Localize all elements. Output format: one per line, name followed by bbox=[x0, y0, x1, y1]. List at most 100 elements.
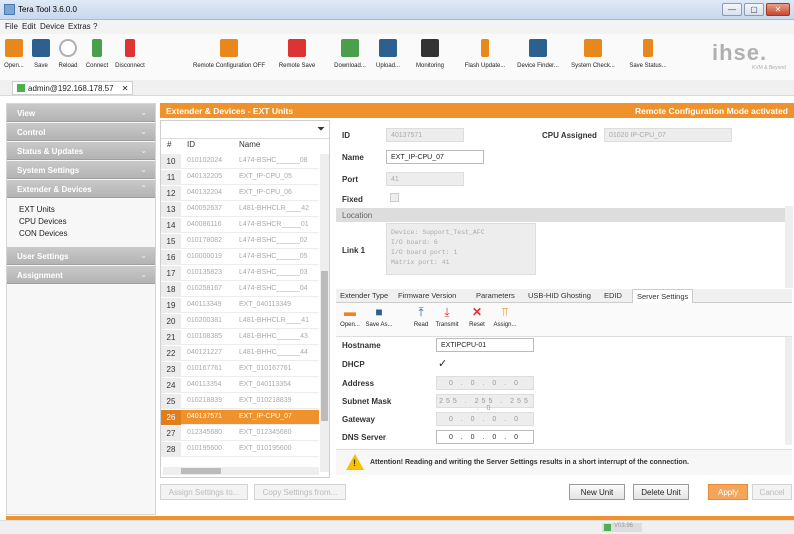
connection-tab[interactable]: admin@192.168.178.57 ✕ bbox=[12, 81, 134, 95]
open-button[interactable]: Open... bbox=[2, 37, 26, 81]
table-row[interactable]: 23 010167761 EXT_010167761 bbox=[161, 362, 319, 377]
table-row[interactable]: 16 010000019 L474-BSHC______05 bbox=[161, 250, 319, 265]
connect-button[interactable]: Connect bbox=[84, 37, 110, 81]
row-id: 010258167 bbox=[187, 285, 223, 292]
hostname-field[interactable]: EXTIPCPU-01 bbox=[436, 338, 534, 352]
detail-scrollbar[interactable] bbox=[785, 206, 793, 288]
row-number: 24 bbox=[161, 378, 181, 393]
name-field[interactable]: EXT_IP-CPU_07 bbox=[386, 150, 484, 164]
copy-settings-button[interactable]: Copy Settings from... bbox=[254, 484, 346, 500]
column-header-id[interactable]: ID bbox=[187, 140, 195, 149]
menu-edit[interactable]: Edit bbox=[22, 22, 36, 31]
table-row[interactable]: 25 010218839 EXT_010218839 bbox=[161, 394, 319, 409]
server-settings-scrollbar[interactable] bbox=[785, 337, 792, 445]
nav-view[interactable]: View ⌄ bbox=[7, 104, 155, 122]
assign-settings-button[interactable]: Assign Settings to... bbox=[160, 484, 248, 500]
table-row[interactable]: 11 040132205 EXT_IP-CPU_05 bbox=[161, 170, 319, 185]
flash-update-button[interactable]: Flash Update... bbox=[460, 37, 510, 81]
tab-edid[interactable]: EDID bbox=[604, 291, 622, 300]
save-status-button[interactable]: Save Status... bbox=[624, 37, 672, 81]
table-row[interactable]: 15 010178082 L474-BSHC______02 bbox=[161, 234, 319, 249]
close-connection-icon[interactable]: ✕ bbox=[122, 84, 129, 93]
table-vertical-scroll-thumb[interactable] bbox=[321, 271, 328, 421]
minimize-button[interactable]: — bbox=[722, 3, 742, 16]
tab-extender-type[interactable]: Extender Type bbox=[340, 291, 388, 300]
tab-firmware-version[interactable]: Firmware Version bbox=[398, 291, 456, 300]
new-unit-button[interactable]: New Unit bbox=[569, 484, 625, 500]
nav-extender-devices[interactable]: Extender & Devices ⌃ bbox=[7, 180, 155, 198]
device-finder-button[interactable]: Device Finder... bbox=[512, 37, 564, 81]
address-field[interactable]: 0 . 0 . 0 . 0 bbox=[436, 376, 534, 390]
download-button[interactable]: Download... bbox=[330, 37, 370, 81]
sidebar-item-con-devices[interactable]: CON Devices bbox=[19, 229, 67, 238]
menu-help[interactable]: ? bbox=[93, 22, 97, 31]
table-row[interactable]: 24 040113354 EXT_040113354 bbox=[161, 378, 319, 393]
disconnect-button[interactable]: Disconnect bbox=[112, 37, 148, 81]
remote-save-icon bbox=[288, 39, 306, 57]
save-as-button[interactable]: ■ Save As... bbox=[364, 305, 394, 328]
nav-assignment[interactable]: Assignment ⌄ bbox=[7, 266, 155, 284]
table-row[interactable]: 19 040113349 EXT_040113349 bbox=[161, 298, 319, 313]
table-row[interactable]: 20 010200381 L481-BHHCLR____41 bbox=[161, 314, 319, 329]
maximize-button[interactable]: ▢ bbox=[744, 3, 764, 16]
table-row[interactable]: 17 010135823 L474-BSHC______03 bbox=[161, 266, 319, 281]
menu-file[interactable]: File bbox=[5, 22, 18, 31]
close-button[interactable]: ✕ bbox=[766, 3, 790, 16]
tab-usb-hid-ghosting[interactable]: USB-HID Ghosting bbox=[528, 291, 591, 300]
nav-user-settings[interactable]: User Settings ⌄ bbox=[7, 247, 155, 265]
table-row[interactable]: 27 012345680 EXT_012345680 bbox=[161, 426, 319, 441]
read-button[interactable]: ⤒ Read bbox=[410, 305, 432, 328]
monitoring-button[interactable]: Monitoring bbox=[410, 37, 450, 81]
nav-status-updates[interactable]: Status & Updates ⌄ bbox=[7, 142, 155, 160]
row-id: 010102024 bbox=[187, 157, 223, 164]
tab-parameters[interactable]: Parameters bbox=[476, 291, 515, 300]
row-id: 010000019 bbox=[187, 253, 223, 260]
tab-server-settings[interactable]: Server Settings bbox=[632, 289, 694, 303]
delete-unit-button[interactable]: Delete Unit bbox=[633, 484, 689, 500]
table-row[interactable]: 28 010195600 EXT_010195600 bbox=[161, 442, 319, 457]
table-row[interactable]: 10 010102024 L474-BSHC______08 bbox=[161, 154, 319, 169]
table-row[interactable]: 21 010108385 L481-BHHC______43 bbox=[161, 330, 319, 345]
row-name: EXT_010195600 bbox=[239, 445, 292, 452]
gateway-field[interactable]: 0 . 0 . 0 . 0 bbox=[436, 412, 534, 426]
table-row[interactable]: 14 040086116 L474-BSHCR_____01 bbox=[161, 218, 319, 233]
upload-button[interactable]: Upload... bbox=[372, 37, 404, 81]
row-id: 010135823 bbox=[187, 269, 223, 276]
menu-extras[interactable]: Extras bbox=[68, 22, 91, 31]
row-number: 22 bbox=[161, 346, 181, 361]
subnet-mask-field[interactable]: 255 . 255 . 255 . 0 bbox=[436, 394, 534, 412]
filter-row[interactable]: ⏷ bbox=[161, 121, 329, 139]
table-row[interactable]: 12 040132204 EXT_IP-CPU_06 bbox=[161, 186, 319, 201]
sidebar-item-cpu-devices[interactable]: CPU Devices bbox=[19, 217, 67, 226]
system-check-button[interactable]: System Check... bbox=[566, 37, 620, 81]
table-row[interactable]: 13 040052637 L481-BHHCLR____42 bbox=[161, 202, 319, 217]
row-name: EXT_040113354 bbox=[239, 381, 292, 388]
menu-device[interactable]: Device bbox=[40, 22, 64, 31]
table-horizontal-scroll-thumb[interactable] bbox=[181, 468, 221, 474]
reset-button[interactable]: ✕ Reset bbox=[466, 305, 488, 328]
nav-system-settings[interactable]: System Settings ⌄ bbox=[7, 161, 155, 179]
transmit-button[interactable]: ⤓ Transmit bbox=[434, 305, 460, 328]
fixed-checkbox[interactable] bbox=[390, 193, 399, 202]
column-header-name[interactable]: Name bbox=[239, 140, 260, 149]
row-id: 040132204 bbox=[187, 189, 223, 196]
row-id: 012345680 bbox=[187, 429, 223, 436]
remote-save-button[interactable]: Remote Save bbox=[274, 37, 320, 81]
open-config-button[interactable]: ▬ Open... bbox=[338, 305, 362, 328]
save-button[interactable]: Save bbox=[30, 37, 52, 81]
filter-icon[interactable]: ⏷ bbox=[317, 124, 325, 135]
column-header-number[interactable]: # bbox=[167, 140, 171, 149]
apply-button[interactable]: Apply bbox=[708, 484, 748, 500]
reload-button[interactable]: Reload bbox=[56, 37, 80, 81]
remote-config-off-button[interactable]: Remote Configuration OFF bbox=[186, 37, 272, 81]
sidebar-item-ext-units[interactable]: EXT Units bbox=[19, 205, 55, 214]
table-row[interactable]: 26 040137571 EXT_IP-CPU_07 bbox=[161, 410, 319, 425]
dhcp-checkbox[interactable]: ✓ bbox=[438, 357, 447, 370]
table-row[interactable]: 18 010258167 L474-BSHC______04 bbox=[161, 282, 319, 297]
row-number: 23 bbox=[161, 362, 181, 377]
dns-server-field[interactable]: 0 . 0 . 0 . 0 bbox=[436, 430, 534, 444]
assign-button[interactable]: ⫪ Assign... bbox=[490, 305, 520, 328]
cancel-button[interactable]: Cancel bbox=[752, 484, 792, 500]
nav-control[interactable]: Control ⌄ bbox=[7, 123, 155, 141]
table-row[interactable]: 22 040121227 L481-BHHC______44 bbox=[161, 346, 319, 361]
